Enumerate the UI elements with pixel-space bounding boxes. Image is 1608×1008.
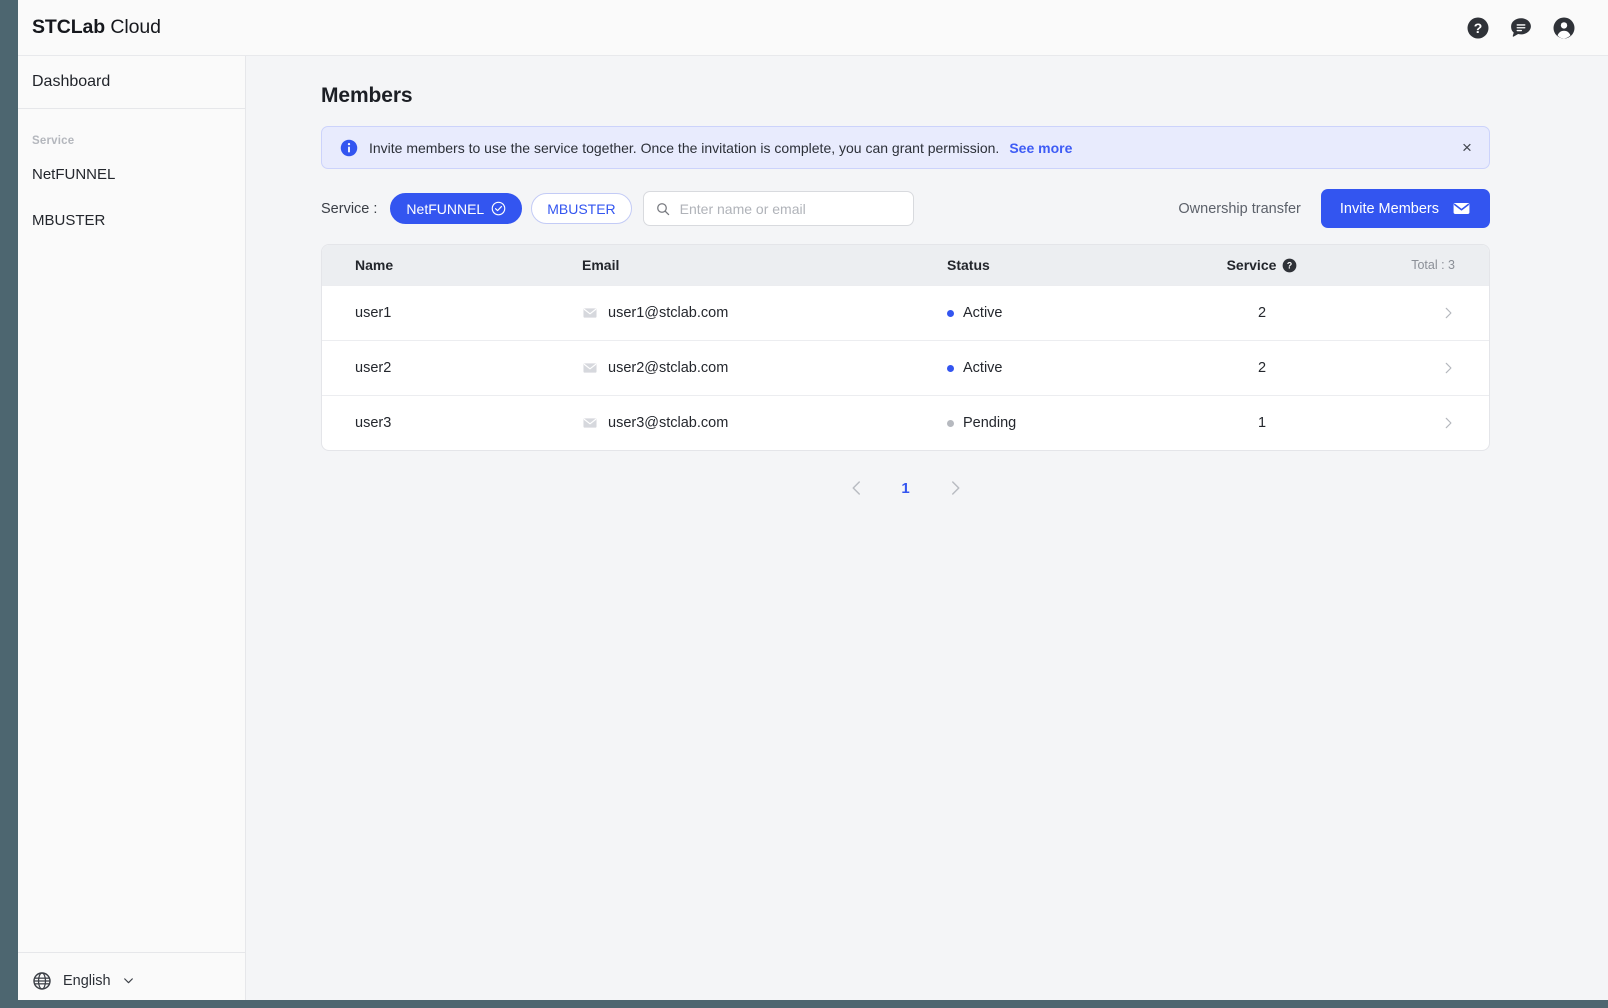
- cell-name: user3: [355, 415, 392, 431]
- sidebar-item-dashboard[interactable]: Dashboard: [0, 56, 245, 108]
- cell-status: Active: [947, 305, 1192, 321]
- sidebar-item-dashboard-label: Dashboard: [32, 73, 111, 90]
- cell-email: user2@stclab.com: [582, 360, 947, 376]
- filter-toolbar: Service : NetFUNNEL MBUSTER Enter name o…: [321, 189, 1490, 228]
- logo-brand-suffix: Cloud: [110, 16, 161, 38]
- cell-service-count: 2: [1257, 360, 1267, 376]
- svg-text:?: ?: [1287, 260, 1292, 270]
- pagination-page-1[interactable]: 1: [900, 480, 912, 497]
- sidebar-section-service-label: Service: [32, 135, 75, 147]
- globe-icon: [33, 971, 51, 990]
- table-row[interactable]: user1 user1@stclab.com Active 2: [322, 285, 1489, 340]
- envelope-icon: [1453, 202, 1470, 215]
- cell-email: user3@stclab.com: [582, 415, 947, 431]
- info-banner-text: Invite members to use the service togeth…: [369, 139, 1000, 156]
- top-bar-icon-group: ?: [1466, 16, 1586, 40]
- account-icon[interactable]: [1552, 16, 1576, 40]
- sidebar-item-netfunnel-label: NetFUNNEL: [32, 165, 116, 183]
- cell-email-text: user2@stclab.com: [608, 360, 729, 376]
- app-root: STCLab Cloud ? Dashboard Service NetFUNN…: [0, 0, 1608, 1008]
- row-detail-arrow[interactable]: [1332, 361, 1489, 375]
- cell-service-count: 1: [1257, 415, 1267, 431]
- chevron-right-icon: [1445, 307, 1452, 319]
- column-header-service-label: Service: [1226, 257, 1277, 273]
- mail-icon: [583, 308, 597, 318]
- chevron-right-icon: [1445, 417, 1452, 429]
- pagination-prev-icon[interactable]: [848, 479, 866, 497]
- service-chip-mbuster-label: MBUSTER: [547, 200, 616, 217]
- members-table: Name Email Status Service ? Total : 3 us…: [321, 244, 1490, 451]
- service-chip-mbuster[interactable]: MBUSTER: [531, 193, 632, 224]
- table-total-count: Total : 3: [1411, 258, 1455, 272]
- status-dot-active: [947, 309, 954, 317]
- cell-status-text: Active: [963, 360, 1003, 376]
- column-header-email: Email: [582, 257, 620, 273]
- see-more-link[interactable]: See more: [1009, 140, 1072, 156]
- app-logo[interactable]: STCLab Cloud: [32, 16, 161, 39]
- cell-name: user2: [355, 360, 392, 376]
- ownership-transfer-button[interactable]: Ownership transfer: [1178, 201, 1301, 217]
- service-chip-netfunnel[interactable]: NetFUNNEL: [390, 193, 523, 224]
- mail-icon: [583, 363, 597, 373]
- cell-email-text: user1@stclab.com: [608, 305, 729, 321]
- check-circle-icon: [491, 201, 506, 216]
- cell-status: Active: [947, 360, 1192, 376]
- chevron-down-icon: [123, 978, 133, 984]
- window-edge-strip-bottom: [0, 1000, 1608, 1008]
- mail-icon: [583, 418, 597, 428]
- help-icon[interactable]: ?: [1466, 16, 1490, 40]
- sidebar-item-netfunnel[interactable]: NetFUNNEL: [0, 151, 245, 197]
- column-header-name: Name: [355, 257, 394, 273]
- service-chip-netfunnel-label: NetFUNNEL: [406, 200, 485, 217]
- search-input[interactable]: [679, 200, 902, 217]
- top-bar: STCLab Cloud ?: [0, 0, 1608, 56]
- sidebar-top-group: Dashboard: [0, 56, 245, 109]
- window-edge-strip-left: [0, 0, 18, 1008]
- row-detail-arrow[interactable]: [1332, 416, 1489, 430]
- cell-service-count: 2: [1257, 305, 1267, 321]
- info-icon: [340, 139, 358, 156]
- cell-email: user1@stclab.com: [582, 305, 947, 321]
- invite-members-button[interactable]: Invite Members: [1320, 189, 1490, 228]
- cell-status-text: Pending: [963, 415, 1017, 431]
- question-mark-icon[interactable]: ?: [1282, 258, 1297, 273]
- language-label: English: [63, 972, 111, 989]
- row-detail-arrow[interactable]: [1332, 306, 1489, 320]
- cell-status: Pending: [947, 415, 1192, 431]
- search-icon: [656, 202, 669, 215]
- table-row[interactable]: user2 user2@stclab.com Active 2: [322, 340, 1489, 395]
- column-header-service: Service ?: [1192, 257, 1332, 273]
- pagination-next-icon[interactable]: [946, 479, 964, 497]
- logo-brand-bold: STCLab: [32, 16, 106, 38]
- svg-text:?: ?: [1474, 20, 1483, 36]
- sidebar-item-mbuster-label: MBUSTER: [32, 211, 106, 229]
- main-content: Members Invite members to use the servic…: [246, 56, 1608, 1008]
- invite-members-label: Invite Members: [1339, 200, 1439, 217]
- cell-status-text: Active: [963, 305, 1003, 321]
- chevron-right-icon: [1445, 362, 1452, 374]
- cell-name: user1: [355, 305, 392, 321]
- table-row[interactable]: user3 user3@stclab.com Pending 1: [322, 395, 1489, 450]
- sidebar-item-mbuster[interactable]: MBUSTER: [0, 197, 245, 243]
- table-header-row: Name Email Status Service ? Total : 3: [322, 245, 1489, 285]
- body-row: Dashboard Service NetFUNNEL MBUSTER Engl…: [0, 56, 1608, 1008]
- chat-icon[interactable]: [1509, 16, 1533, 40]
- search-box[interactable]: [642, 191, 914, 226]
- cell-email-text: user3@stclab.com: [608, 415, 729, 431]
- page-title: Members: [321, 84, 413, 107]
- column-header-status: Status: [947, 257, 990, 273]
- status-dot-pending: [947, 419, 954, 427]
- close-icon[interactable]: ×: [1457, 138, 1477, 158]
- info-banner: Invite members to use the service togeth…: [321, 126, 1490, 169]
- pagination: 1: [321, 479, 1490, 497]
- service-filter-label: Service :: [321, 200, 378, 217]
- sidebar: Dashboard Service NetFUNNEL MBUSTER Engl…: [0, 56, 246, 1008]
- status-dot-active: [947, 364, 954, 372]
